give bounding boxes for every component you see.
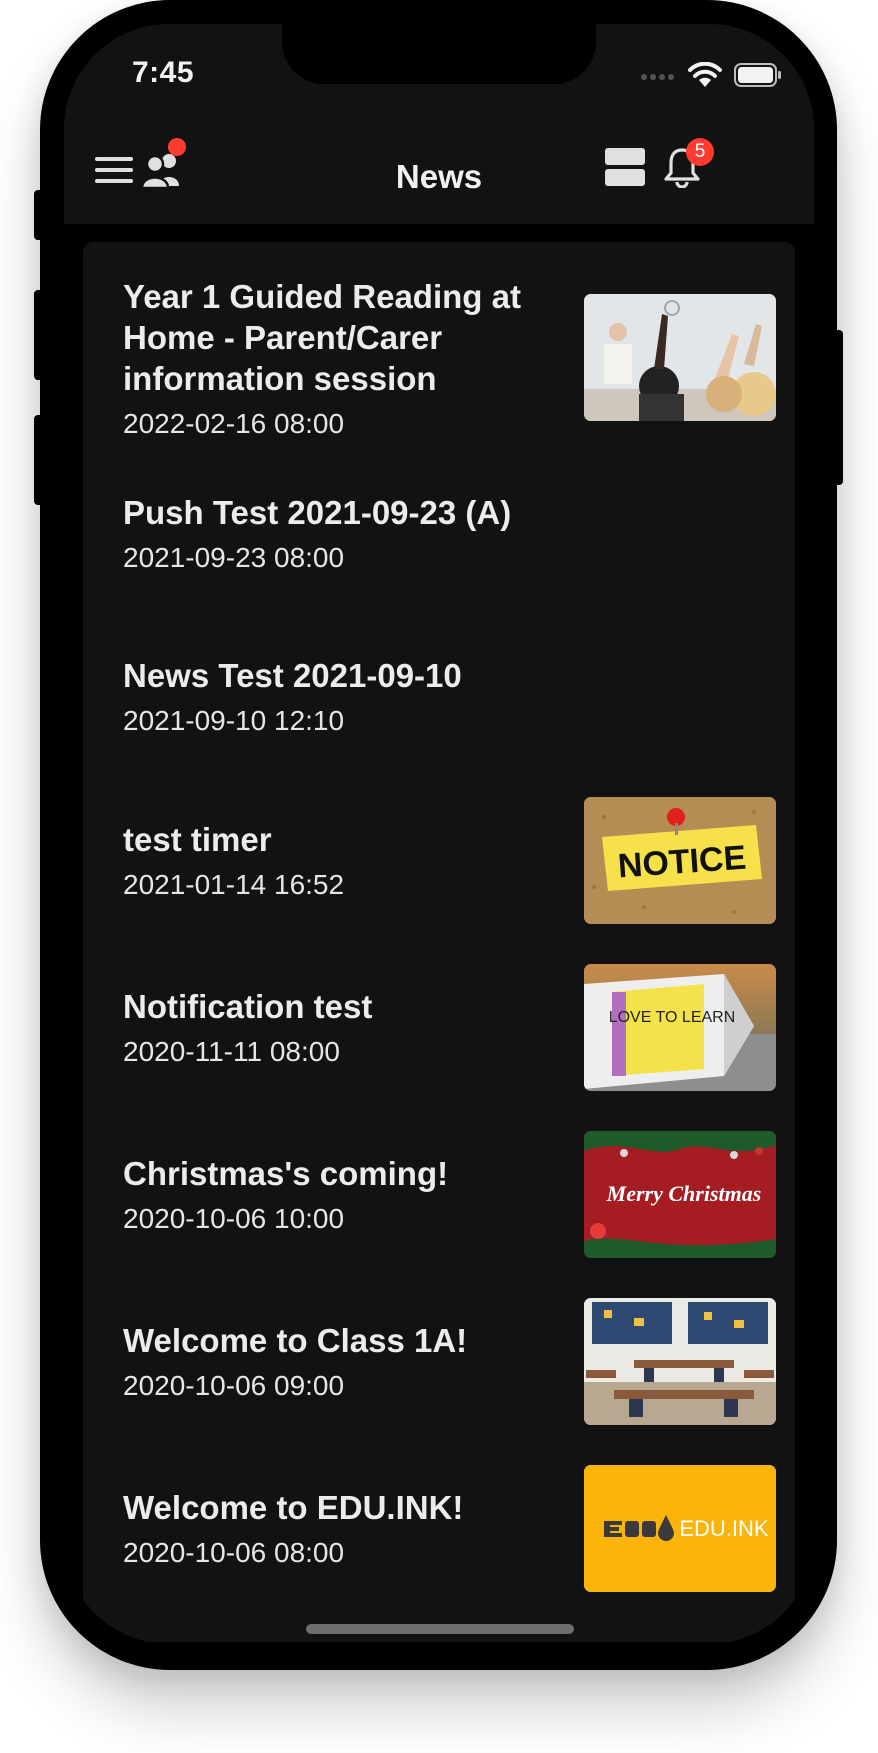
news-item[interactable]: Welcome to EDU.INK! 2020-10-06 08:00 EDU…: [83, 1465, 795, 1595]
news-item-title: Push Test 2021-09-23 (A): [123, 494, 512, 531]
status-time: 7:45: [132, 56, 195, 89]
news-item-date: 2020-10-06 09:00: [123, 1370, 345, 1401]
news-item-text: News Test 2021-09-10 2021-09-10 12:10: [123, 655, 743, 738]
news-thumbnail: EDU.INK: [584, 1465, 776, 1592]
news-thumbnail: NOTICE: [584, 797, 776, 924]
news-list: Year 1 Guided Reading at Home - Parent/C…: [83, 242, 795, 1642]
news-item-text: test timer 2021-01-14 16:52: [123, 819, 553, 902]
wifi-icon: [688, 61, 722, 93]
battery-icon: [734, 63, 782, 92]
notifications-badge: 5: [686, 138, 714, 166]
news-item-date: 2020-11-11 08:00: [123, 1036, 340, 1067]
news-item-text: Welcome to Class 1A! 2020-10-06 09:00: [123, 1320, 553, 1403]
layout-toggle-button[interactable]: [604, 146, 646, 188]
news-item-text: Welcome to EDU.INK! 2020-10-06 08:00: [123, 1487, 553, 1570]
phone-side-button: [833, 330, 843, 485]
news-item-date: 2020-10-06 08:00: [123, 1537, 345, 1568]
news-item-title: test timer: [123, 821, 272, 858]
status-icons: [640, 61, 782, 93]
news-item-date: 2021-09-23 08:00: [123, 542, 345, 573]
news-item[interactable]: News Test 2021-09-10 2021-09-10 12:10: [83, 655, 795, 745]
news-item-title: News Test 2021-09-10: [123, 657, 462, 694]
news-item-text: Notification test 2020-11-11 08:00: [123, 986, 553, 1069]
news-item-title: Christmas's coming!: [123, 1155, 449, 1192]
notifications-button[interactable]: 5: [660, 138, 714, 190]
news-item[interactable]: Push Test 2021-09-23 (A) 2021-09-23 08:0…: [83, 492, 795, 582]
list-view-icon: [605, 148, 645, 186]
news-item[interactable]: Notification test 2020-11-11 08:00 LOVE …: [83, 964, 795, 1094]
news-item[interactable]: Welcome to Class 1A! 2020-10-06 09:00: [83, 1298, 795, 1428]
news-item-date: 2021-01-14 16:52: [123, 869, 345, 900]
news-thumbnail: [584, 294, 776, 421]
pencil-thumb-text: LOVE TO LEARN: [609, 1009, 736, 1026]
news-item-text: Push Test 2021-09-23 (A) 2021-09-23 08:0…: [123, 492, 743, 575]
phone-side-button: [34, 415, 44, 505]
news-item-date: 2021-09-10 12:10: [123, 705, 345, 736]
news-item-title: Notification test: [123, 988, 373, 1025]
news-thumbnail: [584, 1298, 776, 1425]
news-item-date: 2022-02-16 08:00: [123, 408, 345, 439]
phone-screen: 7:45 News 5 Year 1 Guided Reading at Hom…: [64, 24, 814, 1644]
news-item-title: Year 1 Guided Reading at Home - Parent/C…: [123, 278, 521, 397]
phone-side-button: [34, 190, 44, 240]
news-list-area[interactable]: Year 1 Guided Reading at Home - Parent/C…: [64, 224, 814, 1644]
christmas-thumb-text: Merry Christmas: [606, 1181, 762, 1206]
news-item[interactable]: test timer 2021-01-14 16:52 NOTICE: [83, 797, 795, 927]
home-indicator[interactable]: [306, 1624, 574, 1634]
news-item[interactable]: Christmas's coming! 2020-10-06 10:00 Mer…: [83, 1131, 795, 1261]
nav-bar: News 5: [64, 124, 814, 225]
signal-icon: [640, 69, 676, 87]
news-item-date: 2020-10-06 10:00: [123, 1203, 345, 1234]
eduink-thumb-text: EDU.INK: [679, 1516, 769, 1541]
notch: [282, 24, 596, 84]
news-item-title: Welcome to Class 1A!: [123, 1322, 468, 1359]
news-item-text: Christmas's coming! 2020-10-06 10:00: [123, 1153, 553, 1236]
news-item[interactable]: Year 1 Guided Reading at Home - Parent/C…: [83, 276, 795, 439]
news-thumbnail: LOVE TO LEARN: [584, 964, 776, 1091]
users-notification-dot: [168, 138, 186, 156]
phone-side-button: [34, 290, 44, 380]
news-thumbnail: Merry Christmas: [584, 1131, 776, 1258]
news-item-title: Welcome to EDU.INK!: [123, 1489, 464, 1526]
news-item-text: Year 1 Guided Reading at Home - Parent/C…: [123, 276, 553, 441]
